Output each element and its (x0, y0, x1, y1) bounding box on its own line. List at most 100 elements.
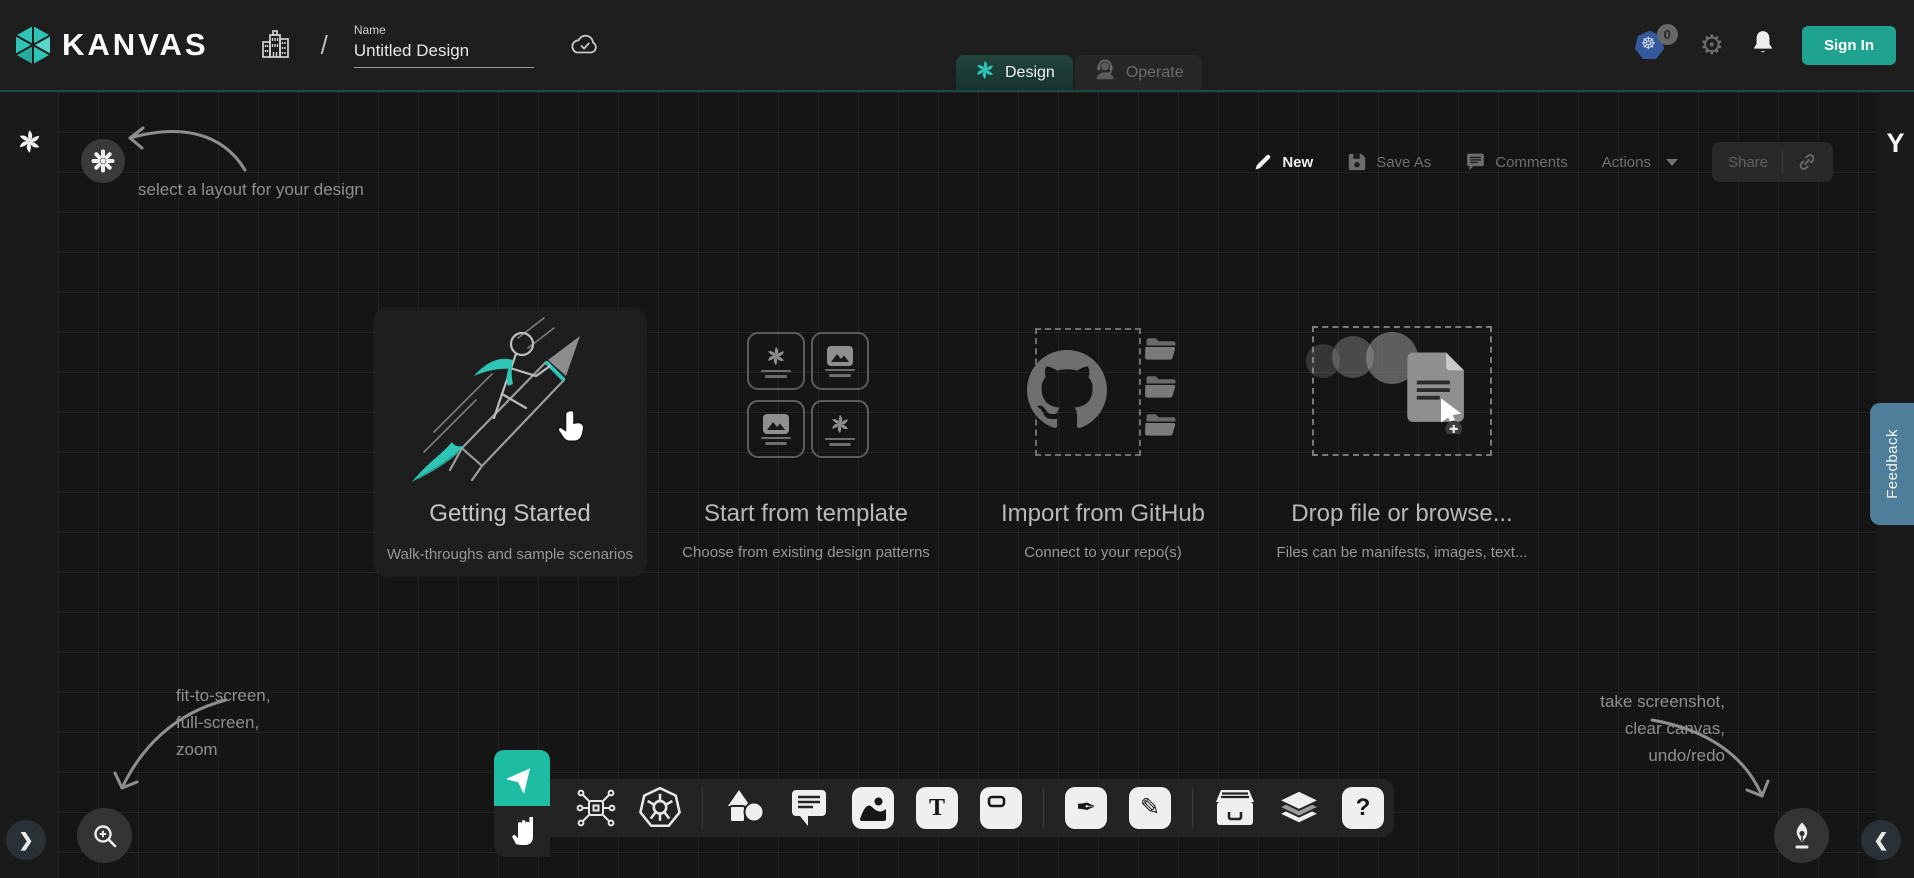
hand-icon (508, 817, 536, 847)
y-logo: Y (1877, 128, 1914, 159)
drawer-icon (1213, 788, 1257, 828)
feedback-label: Feedback (1884, 429, 1901, 499)
tool-dock: T ✒ ✎ (494, 750, 1394, 878)
pen-nib-icon (1786, 820, 1818, 852)
shapes-tool[interactable] (723, 786, 767, 830)
pen-tool[interactable]: ✒ (1064, 786, 1108, 830)
kubernetes-tool[interactable] (638, 786, 682, 830)
share-button[interactable]: Share (1712, 142, 1833, 182)
folder-icon (1143, 336, 1179, 362)
pinwheel-menu-icon[interactable] (16, 128, 43, 155)
pen-glyph: ✒ (1076, 796, 1096, 820)
save-as-button[interactable]: Save As (1347, 152, 1431, 172)
kubernetes-helm-icon (638, 786, 682, 830)
expand-left-panel-button[interactable]: ❯ (6, 820, 46, 860)
design-canvas[interactable]: select a layout for your design New Save… (58, 92, 1877, 878)
actions-label: Actions (1602, 154, 1651, 171)
drawer-tool[interactable] (1213, 786, 1257, 830)
dock-bar: T ✒ ✎ (550, 779, 1394, 837)
image-tool[interactable] (851, 786, 895, 830)
canvas-top-accent-line (0, 90, 1914, 92)
comment-bubble-icon (1465, 152, 1486, 172)
card-subtitle: Walk-throughs and sample scenarios (374, 546, 646, 563)
comment-icon (788, 788, 830, 828)
github-icon (1027, 350, 1107, 430)
template-tile-pinwheel (747, 332, 805, 390)
card-subtitle: Files can be manifests, images, text... (1262, 544, 1542, 561)
name-label: Name (354, 23, 534, 37)
comment-tool[interactable] (787, 786, 831, 830)
sign-in-button[interactable]: Sign In (1802, 26, 1896, 65)
left-rail (0, 92, 58, 878)
tab-design[interactable]: Design (956, 55, 1073, 90)
layers-icon (1277, 788, 1321, 828)
design-pinwheel-icon (974, 59, 996, 86)
app-window: KANVAS / Name (0, 0, 1914, 878)
chevron-right-icon: ❯ (18, 830, 33, 851)
card-title: Import from GitHub (963, 500, 1243, 528)
template-tile-image (811, 332, 869, 390)
component-tool[interactable] (574, 786, 618, 830)
note-tool[interactable] (979, 786, 1023, 830)
pencil-tool[interactable]: ✎ (1128, 786, 1172, 830)
dropzone-dashed-frame (1312, 326, 1492, 456)
card-title: Getting Started (374, 500, 646, 528)
note-icon (987, 794, 1015, 822)
helm-wheel-glyph: ☸ (1641, 35, 1656, 52)
chevron-left-icon: ❮ (1873, 830, 1888, 851)
cursor-arrow-icon (507, 763, 537, 793)
rocket-rider-illustration (400, 316, 620, 484)
folder-icon (1143, 412, 1179, 438)
layers-tool[interactable] (1277, 786, 1321, 830)
settings-gear-icon[interactable]: ⚙ (1700, 32, 1724, 59)
pen-tile: ✒ (1065, 787, 1107, 829)
save-as-label: Save As (1376, 154, 1431, 171)
bell-icon[interactable] (1750, 29, 1776, 62)
help-glyph: ? (1356, 796, 1371, 820)
share-divider (1782, 151, 1783, 173)
card-title: Start from template (666, 500, 946, 528)
card-subtitle: Choose from existing design patterns (666, 544, 946, 561)
bottom-right-hint-arrow (1644, 704, 1794, 812)
pen-mode-button[interactable] (1774, 808, 1829, 863)
card-import-from-github[interactable]: Import from GitHub Connect to your repo(… (963, 310, 1243, 580)
pencil-glyph: ✎ (1140, 796, 1160, 820)
comments-button[interactable]: Comments (1465, 152, 1568, 172)
tab-operate-label: Operate (1126, 64, 1184, 82)
kubernetes-status[interactable]: ☸ 0 (1634, 28, 1674, 62)
help-tile: ? (1342, 787, 1384, 829)
design-name-input[interactable] (354, 39, 534, 68)
card-start-from-template[interactable]: Start from template Choose from existing… (666, 310, 946, 580)
card-getting-started[interactable]: Getting Started Walk-throughs and sample… (374, 308, 646, 576)
new-button[interactable]: New (1253, 152, 1313, 172)
brand-logo[interactable]: KANVAS (12, 24, 209, 66)
feedback-tab[interactable]: Feedback (1870, 403, 1914, 525)
design-name-group: Name (354, 23, 534, 68)
image-icon (859, 795, 887, 821)
folder-icon (1143, 374, 1179, 400)
mode-tabs: Design Operate (956, 55, 1202, 90)
help-tool[interactable]: ? (1341, 786, 1385, 830)
magnifier-plus-icon (90, 821, 120, 851)
floppy-icon (1347, 152, 1367, 172)
dock-divider (1192, 787, 1193, 829)
dock-divider (702, 787, 703, 829)
card-title: Drop file or browse... (1262, 500, 1542, 528)
circuit-node-icon (575, 787, 617, 829)
shapes-icon (724, 788, 766, 828)
layout-hint-arrow (110, 118, 255, 188)
organization-icon[interactable] (257, 27, 293, 63)
operator-headset-icon (1093, 58, 1117, 87)
card-drop-file[interactable]: Drop file or browse... Files can be mani… (1262, 310, 1542, 580)
cursor-tool[interactable] (494, 750, 550, 806)
hand-pointer-cursor (556, 408, 590, 446)
zoom-button[interactable] (77, 808, 132, 863)
actions-dropdown[interactable]: Actions (1602, 154, 1678, 171)
hand-tool[interactable] (494, 806, 550, 857)
notification-count-badge: 0 (1657, 24, 1678, 45)
tab-operate[interactable]: Operate (1075, 55, 1202, 90)
expand-right-panel-button[interactable]: ❮ (1861, 820, 1901, 860)
text-tool[interactable]: T (915, 786, 959, 830)
caret-down-icon (1666, 159, 1678, 166)
link-icon (1797, 152, 1817, 172)
